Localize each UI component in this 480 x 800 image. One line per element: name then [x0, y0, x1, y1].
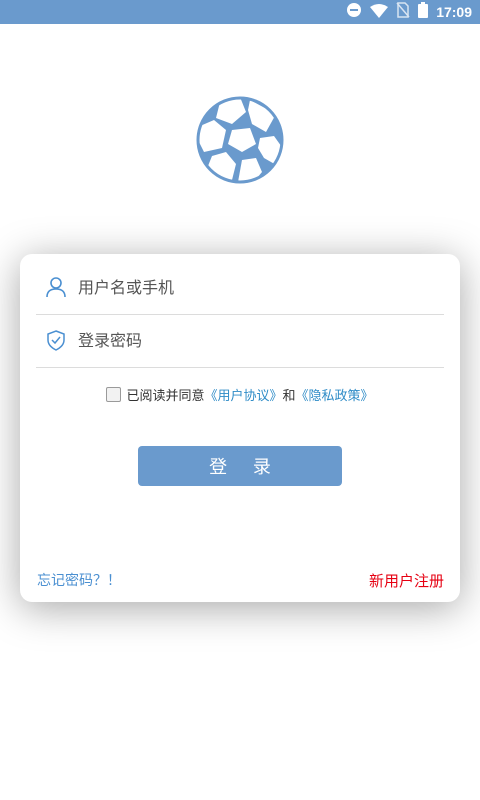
login-button[interactable]: 登 录 — [138, 446, 342, 486]
agreement-joiner: 和 — [282, 388, 296, 404]
status-bar: 17:09 — [0, 0, 480, 24]
user-icon — [44, 275, 68, 299]
agreement-row: 已阅读并同意 《用户协议》 和 《隐私政策》 — [20, 384, 460, 404]
username-input[interactable] — [78, 277, 438, 297]
status-time: 17:09 — [436, 4, 472, 20]
do-not-disturb-icon — [346, 2, 362, 22]
wifi-icon — [370, 3, 389, 22]
soccer-ball-icon — [196, 96, 284, 184]
password-input[interactable] — [78, 330, 438, 350]
forgot-password-link[interactable]: 忘记密码？！ — [37, 570, 121, 590]
user-agreement-link[interactable]: 《用户协议》 — [204, 385, 282, 404]
agreement-prefix: 已阅读并同意 — [126, 388, 205, 404]
login-card: 已阅读并同意 《用户协议》 和 《隐私政策》 登 录 忘记密码？！ 新用户注册 — [20, 254, 460, 602]
no-sim-icon — [396, 2, 410, 22]
battery-icon — [418, 2, 429, 22]
agreement-checkbox[interactable] — [106, 386, 122, 402]
status-icons: 17:09 — [346, 0, 472, 24]
shield-check-icon — [44, 328, 68, 352]
privacy-policy-link[interactable]: 《隐私政策》 — [296, 385, 374, 404]
register-link[interactable]: 新用户注册 — [369, 570, 444, 591]
username-field — [36, 260, 444, 315]
password-field — [36, 313, 444, 368]
